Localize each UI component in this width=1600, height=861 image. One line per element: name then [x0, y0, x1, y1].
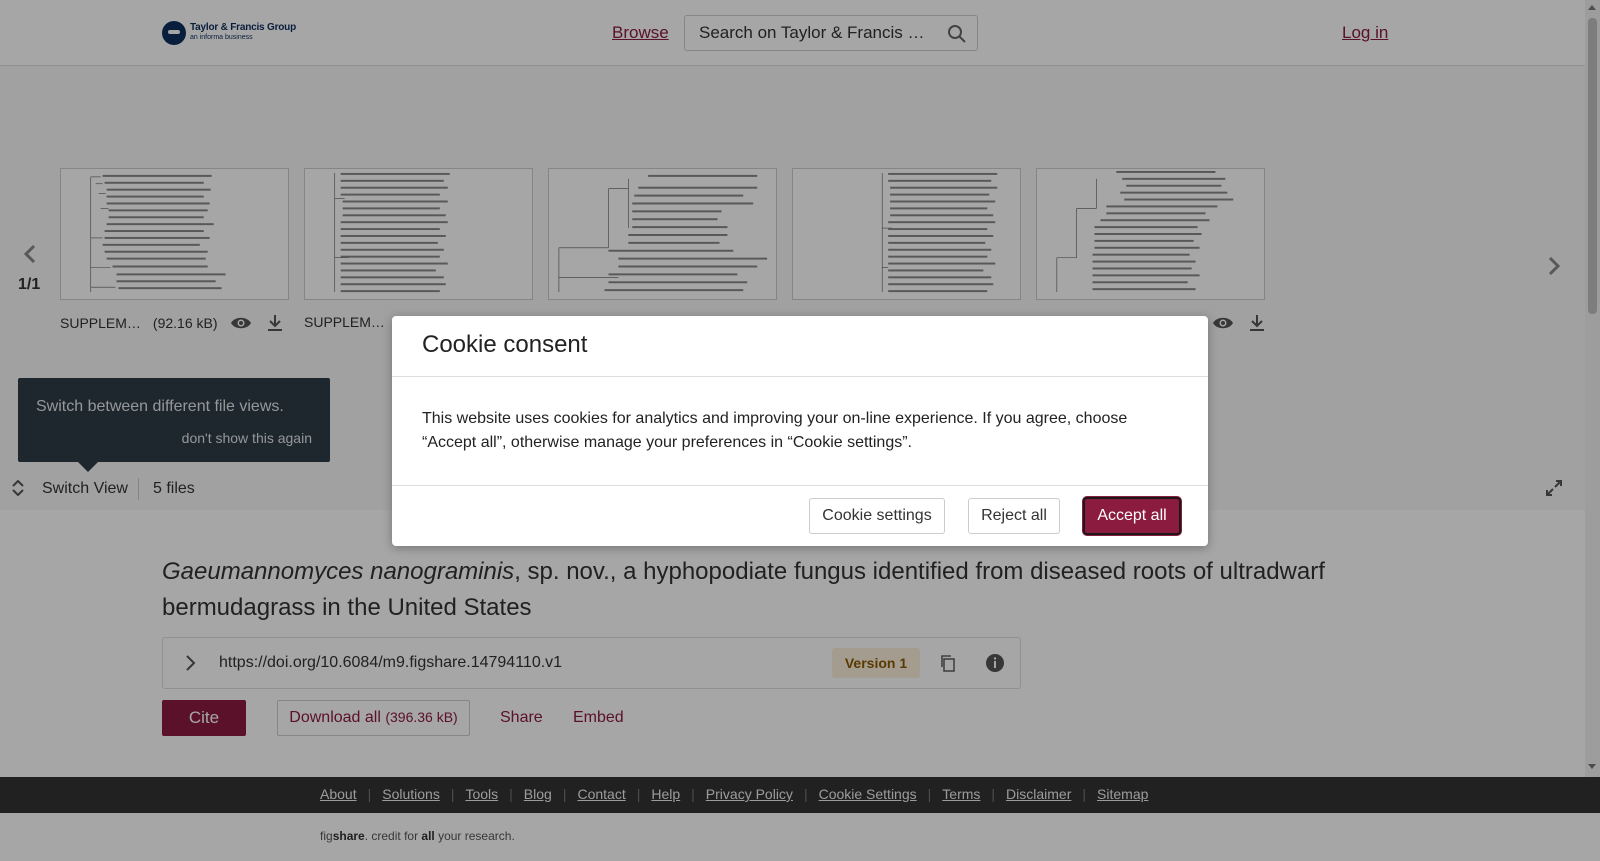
reject-all-button[interactable]: Reject all [968, 498, 1060, 534]
cookie-dialog-header: Cookie consent [392, 316, 1208, 377]
cookie-consent-dialog: Cookie consent This website uses cookies… [392, 316, 1208, 546]
accept-all-button[interactable]: Accept all [1083, 497, 1181, 535]
cookie-dialog-title: Cookie consent [422, 331, 588, 358]
cookie-settings-button[interactable]: Cookie settings [809, 498, 945, 534]
cookie-dialog-body: This website uses cookies for analytics … [392, 377, 1208, 486]
cookie-dialog-footer: Cookie settings Reject all Accept all [392, 486, 1208, 546]
